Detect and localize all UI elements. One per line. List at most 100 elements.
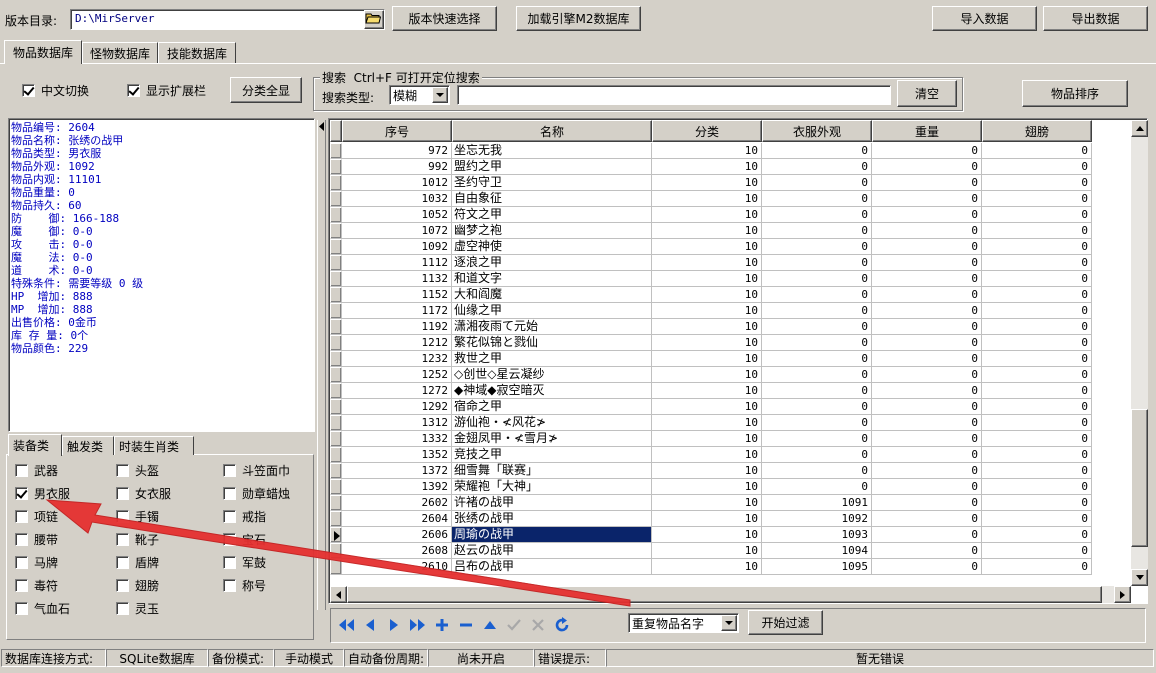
table-cell[interactable]: 0 (982, 383, 1092, 399)
edit-icon[interactable] (480, 615, 500, 635)
table-cell[interactable]: ◇创世◇星云凝纱 (452, 367, 652, 383)
table-cell[interactable]: 0 (872, 287, 982, 303)
table-cell[interactable]: 1372 (342, 463, 452, 479)
table-cell[interactable]: 0 (872, 399, 982, 415)
row-indicator[interactable] (330, 527, 342, 543)
row-indicator[interactable] (330, 383, 342, 399)
table-cell[interactable]: 0 (872, 447, 982, 463)
category-checkbox[interactable]: 军鼓 (223, 554, 266, 570)
show-ext-checkbox[interactable]: 显示扩展栏 (127, 82, 206, 98)
table-cell[interactable]: 自由象征 (452, 191, 652, 207)
table-cell[interactable]: 0 (872, 511, 982, 527)
table-cell[interactable]: 10 (652, 527, 762, 543)
table-cell[interactable]: 0 (762, 143, 872, 159)
table-cell[interactable]: 0 (762, 463, 872, 479)
row-indicator[interactable] (330, 143, 342, 159)
table-cell[interactable]: 1152 (342, 287, 452, 303)
table-cell[interactable]: 10 (652, 223, 762, 239)
category-checkbox[interactable]: 斗笠面巾 (223, 462, 290, 478)
table-cell[interactable]: 10 (652, 239, 762, 255)
table-cell[interactable]: 0 (762, 351, 872, 367)
row-indicator[interactable] (330, 191, 342, 207)
table-cell[interactable]: 10 (652, 351, 762, 367)
table-cell[interactable]: 0 (872, 159, 982, 175)
table-cell[interactable]: 10 (652, 303, 762, 319)
table-cell[interactable]: 0 (982, 143, 1092, 159)
category-tab-equipment[interactable]: 装备类 (8, 434, 62, 456)
table-cell[interactable]: 1095 (762, 559, 872, 575)
table-cell[interactable]: 10 (652, 143, 762, 159)
row-indicator[interactable] (330, 447, 342, 463)
table-cell[interactable]: 0 (982, 191, 1092, 207)
next-icon[interactable] (384, 615, 404, 635)
table-cell[interactable]: 0 (872, 303, 982, 319)
search-type-select[interactable]: 模糊 (389, 85, 450, 105)
table-cell[interactable]: 0 (872, 463, 982, 479)
table-cell[interactable]: 0 (872, 143, 982, 159)
table-cell[interactable]: 幽梦之袍 (452, 223, 652, 239)
table-cell[interactable]: 0 (982, 239, 1092, 255)
table-cell[interactable]: 0 (762, 175, 872, 191)
table-cell[interactable]: 0 (982, 447, 1092, 463)
scroll-left-icon[interactable] (330, 586, 347, 603)
filter-mode-select[interactable]: 重复物品名字 (628, 613, 739, 633)
table-cell[interactable]: 0 (762, 271, 872, 287)
table-cell[interactable]: 2606 (342, 527, 452, 543)
table-cell[interactable]: 10 (652, 159, 762, 175)
row-indicator[interactable] (330, 175, 342, 191)
table-cell[interactable]: 1132 (342, 271, 452, 287)
category-checkbox[interactable]: 项链 (15, 508, 58, 524)
table-cell[interactable]: 10 (652, 319, 762, 335)
export-data-button[interactable]: 导出数据 (1043, 6, 1148, 31)
table-cell[interactable]: 0 (982, 399, 1092, 415)
grid-horizontal-scrollbar[interactable] (330, 586, 1131, 603)
column-header[interactable]: 翅膀 (982, 120, 1092, 142)
table-cell[interactable]: 0 (872, 351, 982, 367)
table-cell[interactable]: 10 (652, 191, 762, 207)
table-cell[interactable]: 0 (872, 335, 982, 351)
table-cell[interactable]: 0 (872, 319, 982, 335)
table-cell[interactable]: 符文之甲 (452, 207, 652, 223)
table-cell[interactable]: 0 (982, 479, 1092, 495)
table-cell[interactable]: 0 (982, 303, 1092, 319)
table-cell[interactable]: 盟约之甲 (452, 159, 652, 175)
table-cell[interactable]: 10 (652, 271, 762, 287)
browse-folder-button[interactable] (364, 10, 384, 29)
dropdown-arrow-icon[interactable] (432, 87, 448, 103)
table-cell[interactable]: 坐忘无我 (452, 143, 652, 159)
row-indicator[interactable] (330, 303, 342, 319)
table-cell[interactable]: 0 (872, 239, 982, 255)
table-cell[interactable]: 1092 (762, 511, 872, 527)
table-cell[interactable]: 1332 (342, 431, 452, 447)
table-cell[interactable]: 0 (982, 511, 1092, 527)
table-cell[interactable]: 10 (652, 495, 762, 511)
table-cell[interactable]: 0 (982, 495, 1092, 511)
scroll-thumb[interactable] (1131, 409, 1148, 547)
table-cell[interactable]: 0 (872, 559, 982, 575)
table-cell[interactable]: 972 (342, 143, 452, 159)
table-cell[interactable]: 吕布の战甲 (452, 559, 652, 575)
table-cell[interactable]: 1052 (342, 207, 452, 223)
category-checkbox[interactable]: 灵玉 (116, 600, 159, 616)
refresh-icon[interactable] (552, 615, 572, 635)
table-cell[interactable]: 0 (982, 287, 1092, 303)
column-header[interactable]: 分类 (652, 120, 762, 142)
table-cell[interactable]: 10 (652, 367, 762, 383)
row-indicator[interactable] (330, 335, 342, 351)
table-cell[interactable]: 1093 (762, 527, 872, 543)
item-data-grid[interactable]: 序号 名称 分类 衣服外观 重量 翅膀 972 坐忘无我 10 0 0 0 992 盟约之甲 10 0 0 0 1… (328, 118, 1148, 604)
table-cell[interactable]: 10 (652, 559, 762, 575)
table-cell[interactable]: 10 (652, 287, 762, 303)
table-cell[interactable]: 0 (982, 207, 1092, 223)
row-indicator[interactable] (330, 271, 342, 287)
table-cell[interactable]: 0 (982, 431, 1092, 447)
table-cell[interactable]: 1032 (342, 191, 452, 207)
table-cell[interactable]: 0 (872, 367, 982, 383)
table-cell[interactable]: 0 (762, 303, 872, 319)
table-cell[interactable]: 细雪舞「联赛」 (452, 463, 652, 479)
scroll-up-icon[interactable] (1131, 120, 1148, 137)
table-cell[interactable]: 0 (982, 543, 1092, 559)
table-cell[interactable]: 荣耀袍「大神」 (452, 479, 652, 495)
row-indicator[interactable] (330, 287, 342, 303)
table-cell[interactable]: 0 (872, 495, 982, 511)
